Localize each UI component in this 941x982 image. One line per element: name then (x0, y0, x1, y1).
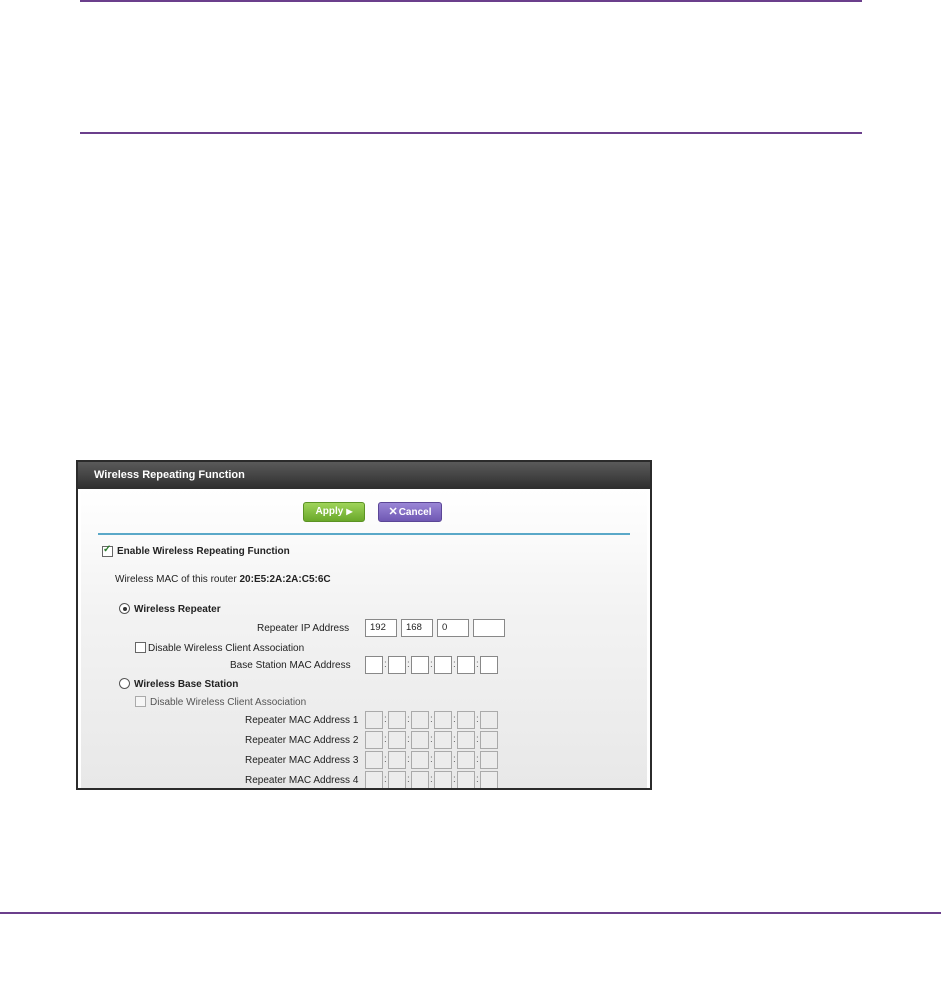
mac-separator: : (476, 659, 479, 670)
mac-separator: : (453, 659, 456, 670)
mac-octet[interactable] (411, 771, 429, 788)
mac-octet[interactable] (480, 751, 498, 769)
repeater-mac-1-label: Repeater MAC Address 1 (245, 715, 359, 726)
mac-octet[interactable] (411, 751, 429, 769)
mac-separator: : (384, 754, 387, 765)
apply-button[interactable]: Apply ▶ (303, 502, 365, 522)
mac-octet[interactable] (388, 656, 406, 674)
cancel-button[interactable]: ✕Cancel (378, 502, 442, 522)
mac-octet[interactable] (434, 711, 452, 729)
repeater-disable-assoc-checkbox[interactable] (135, 642, 146, 653)
mac-octet[interactable] (365, 751, 383, 769)
mac-octet[interactable] (480, 731, 498, 749)
play-icon: ▶ (346, 507, 353, 516)
mac-separator: : (407, 714, 410, 725)
base-disable-assoc-label: Disable Wireless Client Association (150, 697, 307, 708)
mac-octet[interactable] (365, 656, 383, 674)
second-rule (80, 132, 862, 134)
wireless-repeater-label: Wireless Repeater (134, 604, 221, 615)
base-station-mac-label: Base Station MAC Address (230, 660, 351, 671)
mac-octet[interactable] (480, 711, 498, 729)
mac-octet[interactable] (388, 751, 406, 769)
ip-octet-2[interactable]: 168 (401, 619, 433, 637)
top-rule (80, 0, 862, 2)
ip-octet-1[interactable]: 192 (365, 619, 397, 637)
mac-octet[interactable] (457, 656, 475, 674)
mac-separator: : (407, 734, 410, 745)
repeater-disable-assoc-label: Disable Wireless Client Association (148, 643, 305, 654)
enable-repeating-checkbox[interactable] (102, 544, 113, 557)
mac-octet[interactable] (411, 731, 429, 749)
mac-separator: : (384, 659, 387, 670)
apply-label: Apply (315, 506, 344, 517)
wireless-repeater-radio[interactable] (119, 603, 130, 614)
repeater-ip-label: Repeater IP Address (257, 623, 350, 634)
mac-octet[interactable] (457, 771, 475, 788)
mac-octet[interactable] (434, 771, 452, 788)
mac-octet[interactable] (480, 771, 498, 788)
mac-octet[interactable] (434, 656, 452, 674)
mac-separator: : (430, 714, 433, 725)
repeater-mac-4-label: Repeater MAC Address 4 (245, 775, 359, 786)
router-mac-value: 20:E5:2A:2A:C5:6C (239, 574, 331, 585)
mac-separator: : (430, 734, 433, 745)
mac-octet[interactable] (365, 771, 383, 788)
mac-octet[interactable] (388, 731, 406, 749)
mac-separator: : (407, 774, 410, 785)
bottom-rule (0, 912, 941, 914)
mac-octet[interactable] (365, 711, 383, 729)
mac-octet[interactable] (411, 656, 429, 674)
mac-separator: : (407, 659, 410, 670)
wireless-base-station-label: Wireless Base Station (134, 679, 239, 690)
wireless-base-station-radio[interactable] (119, 678, 130, 689)
mac-separator: : (430, 659, 433, 670)
base-disable-assoc-checkbox[interactable] (135, 696, 146, 707)
panel-title: Wireless Repeating Function (94, 469, 245, 481)
mac-separator: : (453, 754, 456, 765)
mac-separator: : (384, 774, 387, 785)
router-mac-label: Wireless MAC of this router 20:E5:2A:2A:… (115, 574, 331, 585)
mac-octet[interactable] (434, 751, 452, 769)
mac-octet[interactable] (480, 656, 498, 674)
ip-octet-3[interactable]: 0 (437, 619, 469, 637)
mac-separator: : (476, 734, 479, 745)
mac-separator: : (476, 714, 479, 725)
enable-repeating-label: Enable Wireless Repeating Function (117, 546, 290, 557)
mac-octet[interactable] (388, 771, 406, 788)
repeater-mac-3-label: Repeater MAC Address 3 (245, 755, 359, 766)
mac-separator: : (453, 734, 456, 745)
section-divider (98, 533, 630, 535)
mac-separator: : (476, 774, 479, 785)
cancel-label: Cancel (398, 507, 432, 518)
panel-body: Apply▶ ✕Cancel Enable Wireless Repeating… (81, 489, 647, 788)
mac-separator: : (430, 754, 433, 765)
panel-header: Wireless Repeating Function (78, 462, 650, 489)
mac-octet[interactable] (365, 731, 383, 749)
mac-separator: : (384, 734, 387, 745)
ip-octet-4[interactable] (473, 619, 505, 637)
router-mac-prefix: Wireless MAC of this router (115, 574, 237, 585)
mac-separator: : (384, 714, 387, 725)
mac-octet[interactable] (457, 731, 475, 749)
mac-octet[interactable] (434, 731, 452, 749)
mac-separator: : (407, 754, 410, 765)
mac-octet[interactable] (457, 751, 475, 769)
mac-separator: : (453, 714, 456, 725)
mac-octet[interactable] (457, 711, 475, 729)
mac-octet[interactable] (411, 711, 429, 729)
mac-separator: : (430, 774, 433, 785)
mac-octet[interactable] (388, 711, 406, 729)
wireless-repeating-panel: Wireless Repeating Function Apply ▶ ✕Canc… (76, 460, 652, 790)
mac-separator: : (453, 774, 456, 785)
mac-separator: : (476, 754, 479, 765)
repeater-mac-2-label: Repeater MAC Address 2 (245, 735, 359, 746)
close-icon: ✕ (388, 506, 398, 518)
